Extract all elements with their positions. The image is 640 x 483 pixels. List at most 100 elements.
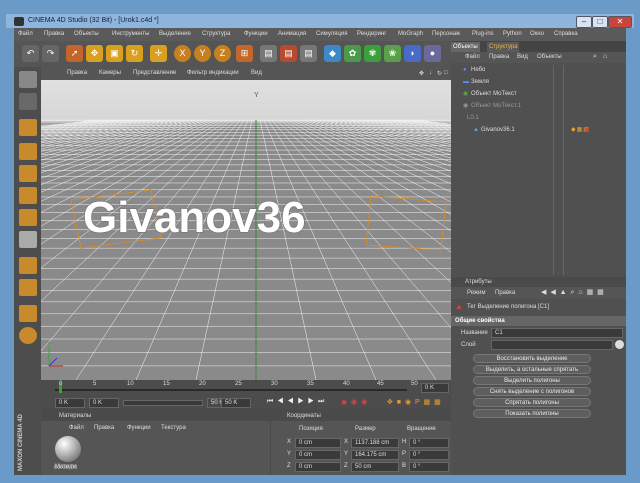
om-menu-view[interactable]: Вид <box>517 54 528 60</box>
om-search-icon[interactable]: ⌕ <box>593 53 597 61</box>
om-menu-edit[interactable]: Правка <box>489 54 509 60</box>
playback-controls[interactable]: ⏮ ◀ ◀ ▶ ▶ ⏭ <box>267 398 325 406</box>
material-preview[interactable] <box>55 436 81 462</box>
minimize-button[interactable]: – <box>576 16 592 28</box>
vp-down-icon[interactable]: ↓ <box>429 70 432 76</box>
workplane-icon[interactable] <box>19 279 37 296</box>
object-item-l0-1[interactable]: L0.1 <box>451 113 626 124</box>
menu-help[interactable]: Справка <box>554 31 578 37</box>
pos-x-field[interactable]: 0 cm <box>295 438 341 448</box>
render-picture-icon[interactable]: ▤ <box>280 45 297 62</box>
range-slider[interactable] <box>123 400 203 406</box>
mat-menu-functions[interactable]: Функции <box>127 425 151 431</box>
scale-icon[interactable]: ▣ <box>106 45 123 62</box>
render-view-icon[interactable]: ▤ <box>260 45 277 62</box>
object-item-motext-1[interactable]: ◉ Объект МоТекст.1 <box>451 101 626 112</box>
nurbs-icon[interactable]: ✿ <box>344 45 361 62</box>
rotate-icon[interactable]: ↻ <box>126 45 143 62</box>
live-select-icon[interactable]: ✛ <box>150 45 167 62</box>
axis-mode-icon[interactable] <box>19 143 37 160</box>
sculpt-icon[interactable] <box>19 327 37 344</box>
move-icon[interactable]: ✥ <box>86 45 103 62</box>
menu-window[interactable]: Окно <box>530 31 544 37</box>
scene-object-icon[interactable]: ◗ <box>404 45 421 62</box>
vp-menu-view[interactable]: Вид <box>251 70 262 76</box>
timeline[interactable]: 0 5 10 15 20 25 30 35 40 45 50 0 K <box>41 380 451 396</box>
menu-functions[interactable]: Функции <box>244 31 268 37</box>
model-mode-icon[interactable] <box>19 93 37 110</box>
rot-p-field[interactable]: 0 ° <box>409 450 449 460</box>
object-item-sky[interactable]: ● Небо <box>451 65 626 76</box>
select-hide-others-button[interactable]: Выделить, а остальные спрятать <box>473 365 591 374</box>
object-item-floor[interactable]: ▬ Земля <box>451 77 626 88</box>
select-arrow-icon[interactable]: ➚ <box>66 45 83 62</box>
record-keys-icon[interactable]: ◉ ◉ ◉ <box>341 398 368 406</box>
polygons-mode-icon[interactable] <box>19 209 37 226</box>
current-frame-field[interactable]: 0 K <box>89 398 119 408</box>
coordinate-system-icon[interactable]: ⊞ <box>236 45 253 62</box>
menu-render[interactable]: Рендеринг <box>357 31 386 37</box>
mat-menu-texture[interactable]: Текстура <box>161 425 186 431</box>
mat-menu-file[interactable]: Файл <box>69 425 84 431</box>
show-polygons-button[interactable]: Показать полигоны <box>473 409 591 418</box>
mat-menu-edit[interactable]: Правка <box>94 425 114 431</box>
attr-menu-mode[interactable]: Режим <box>467 290 486 296</box>
frame-field[interactable]: 0 K <box>421 383 449 393</box>
menu-edit[interactable]: Правка <box>44 31 64 37</box>
menu-file[interactable]: Файл <box>18 31 33 37</box>
menu-animation[interactable]: Анимация <box>278 31 306 37</box>
object-item-motext[interactable]: ◉ Объект МоТекст <box>451 89 626 100</box>
rot-h-field[interactable]: 0 ° <box>409 438 449 448</box>
uv-mode-icon[interactable] <box>19 231 37 248</box>
menu-plugins[interactable]: Plug-ins <box>472 31 494 37</box>
z-axis-lock-icon[interactable]: Z <box>214 45 231 62</box>
pos-z-field[interactable]: 0 cm <box>295 462 341 472</box>
select-polygons-button[interactable]: Выделить полигоны <box>473 376 591 385</box>
redo-icon[interactable]: ↷ <box>42 45 59 62</box>
key-options-icon[interactable]: ✥ ■ ◉ P ▦ ▦ <box>387 398 442 406</box>
size-z-field[interactable]: 50 cm <box>351 462 399 472</box>
menu-mograph[interactable]: MoGraph <box>398 31 423 37</box>
tab-structure[interactable]: Структура <box>487 42 520 52</box>
menu-simulation[interactable]: Симуляция <box>316 31 348 37</box>
vp-maximize-icon[interactable]: □ <box>444 70 448 76</box>
spline-icon[interactable]: ✾ <box>364 45 381 62</box>
layer-picker-icon[interactable] <box>615 340 624 349</box>
texture-mode-icon[interactable] <box>19 257 37 274</box>
restore-selection-button[interactable]: Восстановить выделение <box>473 354 591 363</box>
polygon-selection-tag-icon[interactable]: ✕ <box>583 125 591 136</box>
tab-objects[interactable]: Объекты <box>451 42 480 52</box>
attr-menu-edit[interactable]: Правка <box>495 290 515 296</box>
menu-select[interactable]: Выделение <box>159 31 191 37</box>
3d-viewport[interactable]: Givanov36 Y Y <box>41 80 451 380</box>
3d-text-givanov36[interactable]: Givanov36 <box>82 192 306 243</box>
maximize-button[interactable]: □ <box>592 16 608 28</box>
size-y-field[interactable]: 164.175 cm <box>351 450 399 460</box>
om-home-icon[interactable]: ⌂ <box>603 53 607 60</box>
deselect-polygons-button[interactable]: Снять выделение с полигонов <box>473 387 591 396</box>
undo-icon[interactable]: ↶ <box>22 45 39 62</box>
menu-character[interactable]: Персонаж <box>432 31 460 37</box>
camera-icon[interactable]: ● <box>424 45 441 62</box>
x-axis-lock-icon[interactable]: X <box>174 45 191 62</box>
size-x-field[interactable]: 1137.188 cm <box>351 438 399 448</box>
end-frame-field-b[interactable]: 50 K <box>221 398 251 408</box>
menu-python[interactable]: Python <box>503 31 522 37</box>
cube-icon[interactable]: ◆ <box>324 45 341 62</box>
om-menu-objects[interactable]: Объекты <box>537 54 562 60</box>
menu-tools[interactable]: Инструменты <box>112 31 149 37</box>
vp-menu-cameras[interactable]: Камеры <box>99 70 121 76</box>
vp-menu-display[interactable]: Представление <box>133 70 176 76</box>
menu-objects[interactable]: Объекты <box>74 31 99 37</box>
points-mode-icon[interactable] <box>19 165 37 182</box>
name-field[interactable]: C1 <box>491 328 623 338</box>
make-editable-icon[interactable] <box>19 71 37 88</box>
y-axis-lock-icon[interactable]: Y <box>194 45 211 62</box>
deformer-icon[interactable]: ❀ <box>384 45 401 62</box>
object-mode-icon[interactable] <box>19 119 37 136</box>
pos-y-field[interactable]: 0 cm <box>295 450 341 460</box>
snap-icon[interactable] <box>19 305 37 322</box>
layer-field[interactable] <box>491 340 613 350</box>
render-settings-icon[interactable]: ▤ <box>300 45 317 62</box>
rot-b-field[interactable]: 0 ° <box>409 462 449 472</box>
